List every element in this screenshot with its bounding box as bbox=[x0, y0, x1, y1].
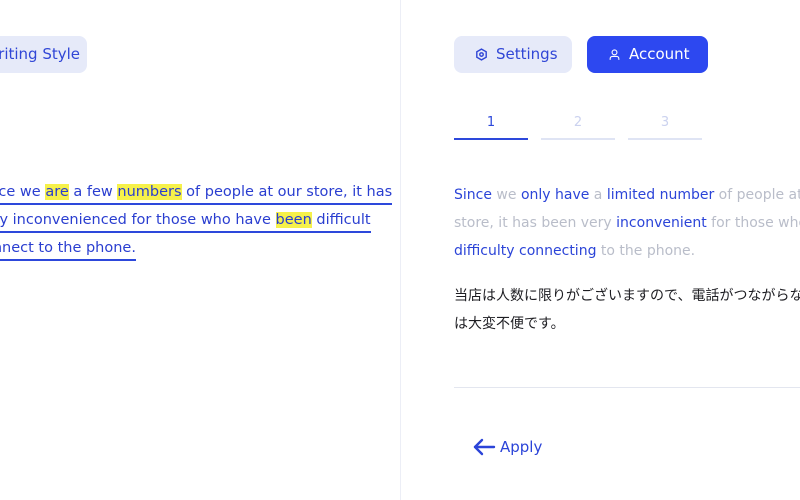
text-segment: of people at our bbox=[718, 187, 800, 203]
arrow-left-icon bbox=[472, 438, 496, 456]
text-segment: Since we bbox=[0, 184, 41, 200]
text-segment: a bbox=[589, 187, 607, 203]
apply-button[interactable]: Apply bbox=[472, 436, 542, 458]
app-canvas: Writing Style Since we are a few numbers… bbox=[0, 0, 800, 500]
text-segment: to the phone. bbox=[596, 243, 696, 259]
suggestion-line-2: store, it has been very inconvenient for… bbox=[454, 209, 800, 237]
suggested-phrase[interactable]: inconvenient bbox=[616, 215, 707, 231]
suggested-phrase[interactable]: limited number bbox=[607, 187, 714, 203]
section-divider bbox=[454, 387, 800, 388]
account-button[interactable]: Account bbox=[587, 36, 708, 73]
text-segment: store, it has been very bbox=[454, 215, 617, 231]
settings-label: Settings bbox=[496, 45, 558, 63]
step-tab-1[interactable]: 1 bbox=[454, 112, 528, 140]
original-text-line-3[interactable]: connect to the phone. bbox=[0, 237, 136, 261]
apply-label: Apply bbox=[500, 438, 543, 456]
highlighted-word[interactable]: are bbox=[45, 184, 69, 200]
text-segment: for those who have bbox=[711, 215, 800, 231]
highlighted-word[interactable]: numbers bbox=[117, 184, 182, 200]
suggested-phrase[interactable]: Since bbox=[454, 187, 492, 203]
step-tab-label: 3 bbox=[660, 115, 670, 130]
text-segment: a few bbox=[68, 184, 118, 200]
suggested-phrase[interactable]: only have bbox=[521, 187, 589, 203]
step-tab-3[interactable]: 3 bbox=[628, 112, 702, 140]
japanese-translation-line-1: 当店は人数に限りがございますので、電話がつながらない bbox=[454, 288, 800, 304]
account-label: Account bbox=[629, 45, 690, 63]
highlighted-word[interactable]: been bbox=[275, 212, 312, 228]
text-segment: we bbox=[491, 187, 521, 203]
japanese-translation-line-2: は大変不便です。 bbox=[454, 316, 565, 332]
suggestion-line-1: Since we only have a limited number of p… bbox=[454, 181, 800, 209]
suggestion-line-3: difficulty connecting to the phone. bbox=[454, 237, 695, 265]
step-tab-2[interactable]: 2 bbox=[541, 112, 615, 140]
writing-style-button[interactable]: Writing Style bbox=[0, 36, 87, 73]
writing-style-label: Writing Style bbox=[0, 45, 81, 63]
text-segment: very inconvenienced for those who have bbox=[0, 212, 276, 228]
step-tab-label: 1 bbox=[486, 115, 496, 130]
user-icon bbox=[607, 48, 621, 62]
text-segment: connect to the phone. bbox=[0, 240, 136, 256]
gear-icon bbox=[474, 48, 488, 62]
original-text-line-2[interactable]: very inconvenienced for those who have b… bbox=[0, 209, 371, 233]
text-segment: difficult bbox=[311, 212, 371, 228]
original-text-line-1[interactable]: Since we are a few numbers of people at … bbox=[0, 181, 393, 205]
settings-button[interactable]: Settings bbox=[454, 36, 572, 73]
left-pane: Writing Style Since we are a few numbers… bbox=[0, 0, 400, 500]
suggested-phrase[interactable]: difficulty connecting bbox=[454, 243, 596, 259]
step-tab-label: 2 bbox=[573, 115, 583, 130]
text-segment: of people at our store, it has bbox=[181, 184, 393, 200]
pane-divider bbox=[400, 0, 401, 500]
